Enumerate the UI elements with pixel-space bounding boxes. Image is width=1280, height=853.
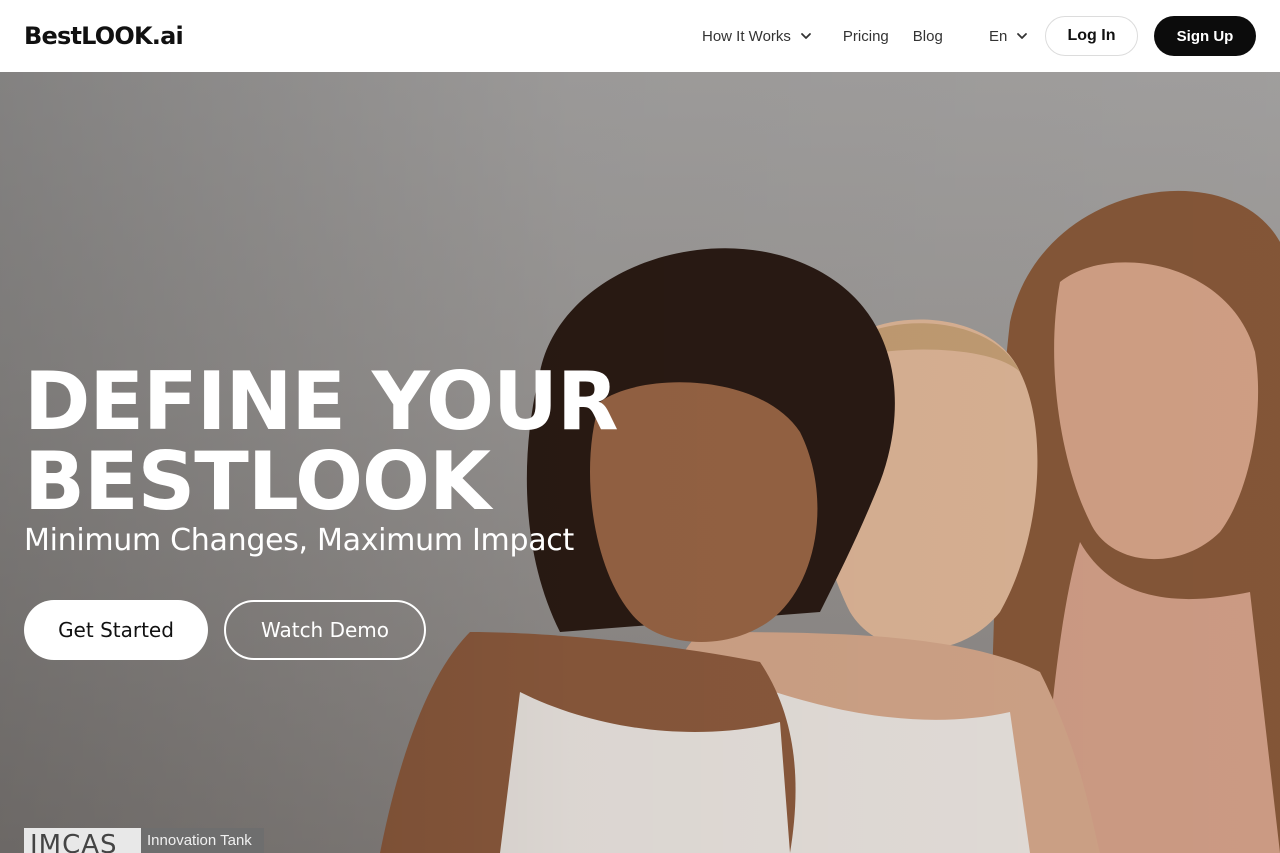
chevron-down-icon [1017, 33, 1028, 39]
watch-demo-button[interactable]: Watch Demo [224, 600, 426, 660]
hero-subtitle: Minimum Changes, Maximum Impact [24, 523, 574, 558]
nav-how-it-works[interactable]: How It Works [702, 28, 813, 45]
chevron-down-icon [801, 33, 811, 39]
hero-title-line-2: BESTLOOK [24, 435, 491, 528]
nav-pricing[interactable]: Pricing [843, 28, 889, 45]
nav-how-it-works-label: How It Works [702, 27, 791, 45]
hero-section: DEFINE YOUR BESTLOOK Minimum Changes, Ma… [0, 72, 1280, 853]
get-started-button[interactable]: Get Started [24, 600, 208, 660]
main-nav: How It Works Pricing Blog [702, 0, 943, 72]
language-selector[interactable]: En [989, 0, 1029, 72]
top-navbar: BestLOOK.ai How It Works Pricing Blog En… [0, 0, 1280, 72]
signup-button[interactable]: Sign Up [1154, 16, 1256, 56]
imcas-tagline: Innovation Tank [141, 828, 264, 853]
login-button[interactable]: Log In [1045, 16, 1138, 56]
nav-blog[interactable]: Blog [913, 28, 943, 45]
hero-title-line-1: DEFINE YOUR [24, 355, 619, 448]
language-label: En [989, 27, 1008, 45]
imcas-badge: IMCAS Innovation Tank [24, 828, 264, 853]
imcas-logo: IMCAS [24, 828, 141, 853]
brand-logo[interactable]: BestLOOK.ai [24, 22, 184, 50]
hero-title: DEFINE YOUR BESTLOOK [24, 362, 724, 522]
